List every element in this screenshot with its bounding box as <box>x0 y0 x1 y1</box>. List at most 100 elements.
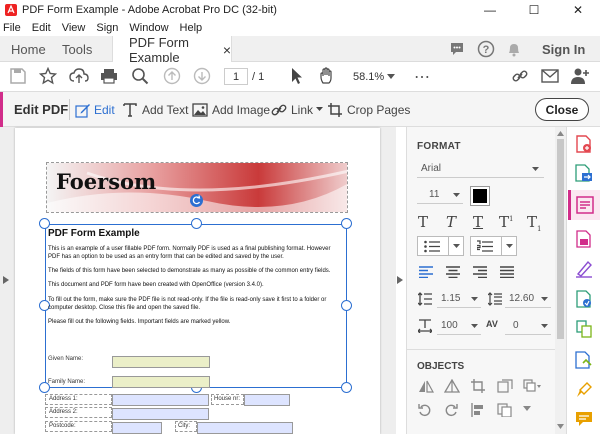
protect-pdf-icon[interactable] <box>575 351 593 369</box>
close-window-button[interactable]: ✕ <box>556 0 600 20</box>
menu-edit[interactable]: Edit <box>32 22 51 34</box>
maximize-button[interactable]: ☐ <box>512 0 556 20</box>
rotate-right-icon[interactable] <box>444 403 458 417</box>
numbered-list-dropdown[interactable] <box>470 236 517 256</box>
postcode-field[interactable] <box>112 422 162 434</box>
house-nr-field[interactable] <box>244 394 290 406</box>
tab-document[interactable]: PDF Form Example × <box>112 35 232 65</box>
flip-vertical-icon[interactable] <box>444 379 460 393</box>
font-family-dropdown[interactable]: Arial <box>417 161 544 178</box>
export-pdf-icon[interactable] <box>575 164 593 182</box>
flip-horizontal-icon[interactable] <box>418 379 434 393</box>
rotate-left-icon[interactable] <box>418 403 432 417</box>
send-for-signature-icon[interactable] <box>576 290 592 308</box>
menu-help[interactable]: Help <box>180 22 203 34</box>
bullet-list-dropdown[interactable] <box>417 236 464 256</box>
text-italic-icon[interactable]: T <box>446 213 456 231</box>
line-spacing-dropdown[interactable]: 1.15 <box>437 291 481 308</box>
edit-pdf-tool-active[interactable] <box>568 190 600 220</box>
comment-icon[interactable] <box>449 41 465 57</box>
copy-object-icon[interactable] <box>497 403 513 417</box>
add-text-button[interactable]: Add Text <box>123 92 188 127</box>
close-edit-button[interactable]: Close <box>535 98 589 121</box>
menu-view[interactable]: View <box>62 22 86 34</box>
crop-pages-label: Crop Pages <box>347 102 411 117</box>
text-normal-icon[interactable]: T <box>418 213 428 231</box>
save-icon[interactable] <box>9 67 27 85</box>
align-left-icon[interactable] <box>419 266 433 278</box>
organize-pages-icon[interactable] <box>576 230 592 248</box>
menu-file[interactable]: File <box>3 22 21 34</box>
align-right-icon[interactable] <box>473 266 487 278</box>
zoom-level[interactable]: 58.1% <box>353 71 384 83</box>
comment-tool-icon[interactable] <box>575 411 593 427</box>
text-subscript-icon[interactable]: T1 <box>527 213 541 233</box>
family-name-field[interactable] <box>112 376 210 388</box>
email-icon[interactable] <box>541 69 559 83</box>
tab-close-button[interactable]: × <box>223 42 231 58</box>
more-tools-icon[interactable]: ⋯ <box>414 67 431 87</box>
paragraph: To fill out the form, make sure the PDF … <box>48 297 327 311</box>
given-name-field[interactable] <box>112 356 210 368</box>
previous-page-icon[interactable] <box>163 67 181 85</box>
horizontal-scale-dropdown[interactable]: 100 <box>437 318 481 335</box>
upload-cloud-icon[interactable] <box>69 67 89 85</box>
menu-sign[interactable]: Sign <box>96 22 118 34</box>
menu-window[interactable]: Window <box>129 22 168 34</box>
right-panel-collapse-icon[interactable] <box>397 276 403 284</box>
resize-handle-se[interactable] <box>341 382 352 393</box>
sign-in-button[interactable]: Sign In <box>542 36 585 62</box>
character-spacing-dropdown[interactable]: 0 <box>505 318 551 335</box>
left-panel-toggle-icon[interactable] <box>3 276 9 284</box>
address2-field[interactable] <box>112 408 209 420</box>
text-color-picker[interactable] <box>470 186 490 206</box>
print-icon[interactable] <box>100 67 118 85</box>
minimize-button[interactable]: — <box>468 0 512 20</box>
text-underline-icon[interactable]: T <box>473 213 483 231</box>
add-user-icon[interactable] <box>570 67 590 85</box>
share-link-icon[interactable] <box>511 67 529 85</box>
next-page-icon[interactable] <box>193 67 211 85</box>
paragraph-spacing-dropdown[interactable]: 12.60 <box>505 291 551 308</box>
hand-tool-icon[interactable] <box>318 67 336 85</box>
add-image-button[interactable]: Add Image <box>192 92 270 127</box>
more-object-options-icon[interactable] <box>523 406 537 414</box>
align-justify-icon[interactable] <box>500 266 514 278</box>
numbered-list-icon <box>477 240 493 252</box>
scroll-up-arrow-icon[interactable] <box>557 131 564 136</box>
zoom-dropdown-chevron-icon[interactable] <box>387 74 395 80</box>
fill-sign-icon[interactable] <box>575 260 593 278</box>
address1-field[interactable] <box>112 394 209 406</box>
scroll-down-arrow-icon[interactable] <box>557 424 564 429</box>
align-objects-icon[interactable] <box>471 403 485 417</box>
crop-pages-button[interactable]: Crop Pages <box>327 92 410 127</box>
crop-object-icon[interactable] <box>471 379 485 393</box>
panel-scrollbar[interactable] <box>555 127 566 434</box>
select-cursor-icon[interactable] <box>289 67 305 85</box>
font-size-dropdown[interactable]: 11 <box>417 187 463 204</box>
combine-files-icon[interactable] <box>576 320 592 338</box>
help-icon[interactable]: ? <box>477 40 495 58</box>
align-center-icon[interactable] <box>446 266 460 278</box>
document-body[interactable]: PDF Form Example This is an example of a… <box>48 228 344 326</box>
request-signature-icon[interactable] <box>575 381 593 399</box>
create-pdf-icon[interactable] <box>576 135 592 153</box>
add-image-label: Add Image <box>212 102 271 117</box>
bookmark-star-icon[interactable] <box>39 67 57 85</box>
tab-tools[interactable]: Tools <box>62 36 92 62</box>
link-label: Link <box>291 102 314 117</box>
page-number-input[interactable]: 1 <box>224 68 248 85</box>
paragraph: The fields of this form have been select… <box>48 268 331 274</box>
edit-tool-button[interactable]: Edit <box>75 92 115 127</box>
text-superscript-icon[interactable]: T1 <box>499 213 513 231</box>
replace-image-icon[interactable] <box>497 379 513 393</box>
city-field[interactable] <box>197 422 293 434</box>
link-button[interactable]: Link <box>271 92 324 127</box>
tab-home[interactable]: Home <box>11 36 46 62</box>
arrange-objects-icon[interactable] <box>523 379 541 393</box>
scroll-thumb[interactable] <box>557 139 564 339</box>
notification-bell-icon[interactable] <box>506 41 522 57</box>
font-family-value: Arial <box>421 163 442 174</box>
zoom-search-icon[interactable] <box>131 67 149 85</box>
rotate-handle-icon[interactable] <box>190 194 203 207</box>
